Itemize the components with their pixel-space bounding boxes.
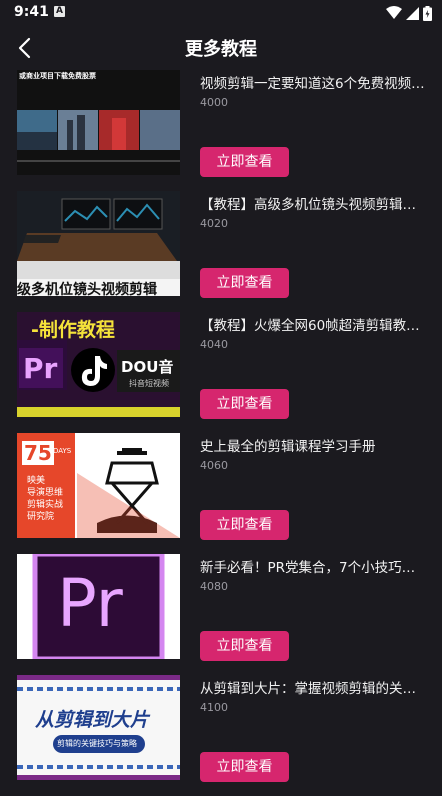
thumbnail-60fps-tutorial[interactable]: -制作教程 Pr DOU音 抖音短视频 bbox=[17, 312, 180, 417]
list-item[interactable]: 级多机位镜头视频剪辑 【教程】高级多机位镜头视频剪辑… 4020 立即查看 bbox=[0, 191, 442, 312]
thumbnail-caption: -制作教程 bbox=[31, 319, 115, 341]
thumbnail-editing-handbook[interactable]: 75 DAYS 映美 导演思维 剪辑实战 研究院 bbox=[17, 433, 180, 538]
thumbnail-editing-to-blockbuster[interactable]: 从剪辑到大片 剪辑的关键技巧与策略 bbox=[17, 675, 180, 780]
view-now-button[interactable]: 立即查看 bbox=[200, 631, 289, 661]
top-app-bar: 更多教程 bbox=[0, 26, 442, 68]
view-now-button[interactable]: 立即查看 bbox=[200, 147, 289, 177]
status-time: 9:41 bbox=[14, 4, 49, 20]
premiere-logo: Pr bbox=[57, 565, 123, 642]
view-now-button[interactable]: 立即查看 bbox=[200, 510, 289, 540]
thumbnail-caption: 或商业项目下载免费股票 bbox=[19, 72, 96, 80]
page-title: 更多教程 bbox=[185, 39, 257, 60]
caption-line: 导演思维 bbox=[27, 488, 64, 498]
view-now-button[interactable]: 立即查看 bbox=[200, 268, 289, 298]
douyin-logo: DOU音 bbox=[121, 358, 174, 376]
days-label: DAYS bbox=[53, 447, 72, 455]
battery-icon bbox=[423, 5, 432, 21]
item-title[interactable]: 【教程】高级多机位镜头视频剪辑… bbox=[200, 193, 425, 213]
thumbnail-subtitle: 剪辑的关键技巧与策略 bbox=[57, 739, 137, 748]
item-title[interactable]: 新手必看！PR党集合，7个小技巧… bbox=[200, 556, 425, 576]
caption-line: 映美 bbox=[27, 476, 46, 486]
signal-icon bbox=[406, 6, 419, 20]
thumbnail-caption: 级多机位镜头视频剪辑 bbox=[17, 282, 157, 296]
list-item[interactable]: 75 DAYS 映美 导演思维 剪辑实战 研究院 史上最全的剪辑课程学习手册 4… bbox=[0, 433, 442, 554]
item-view-count: 4100 bbox=[200, 701, 228, 714]
status-icons bbox=[386, 4, 432, 22]
item-view-count: 4000 bbox=[200, 96, 228, 109]
thumbnail-stock-footage[interactable]: 或商业项目下载免费股票 bbox=[17, 70, 180, 175]
thumbnail-heading: 从剪辑到大片 bbox=[35, 709, 150, 731]
tutorial-list: 或商业项目下载免费股票 视频剪辑一定要知道这6个免费视频… 4000 立即查看 … bbox=[0, 70, 442, 796]
list-item[interactable]: 从剪辑到大片 剪辑的关键技巧与策略 从剪辑到大片：掌握视频剪辑的关… 4100 … bbox=[0, 675, 442, 796]
thumbnail-multicam-editing[interactable]: 级多机位镜头视频剪辑 bbox=[17, 191, 180, 296]
view-now-button[interactable]: 立即查看 bbox=[200, 389, 289, 419]
item-title[interactable]: 【教程】火爆全网60帧超清剪辑教… bbox=[200, 314, 425, 334]
list-item[interactable]: -制作教程 Pr DOU音 抖音短视频 【教程】火爆全网60帧超清剪辑教… 40… bbox=[0, 312, 442, 433]
caption-line: 研究院 bbox=[27, 512, 55, 522]
thumbnail-premiere-tips[interactable]: Pr bbox=[17, 554, 180, 659]
item-view-count: 4060 bbox=[200, 459, 228, 472]
notification-icon: A bbox=[54, 6, 65, 17]
caption-line: 剪辑实战 bbox=[27, 500, 64, 510]
item-view-count: 4040 bbox=[200, 338, 228, 351]
item-title[interactable]: 从剪辑到大片：掌握视频剪辑的关… bbox=[200, 677, 425, 697]
douyin-subtitle: 抖音短视频 bbox=[129, 379, 169, 388]
view-now-button[interactable]: 立即查看 bbox=[200, 752, 289, 782]
thumbnail-caption: 映美 导演思维 剪辑实战 研究院 bbox=[27, 475, 63, 523]
list-item[interactable]: Pr 新手必看！PR党集合，7个小技巧… 4080 立即查看 bbox=[0, 554, 442, 675]
premiere-logo: Pr bbox=[23, 352, 58, 385]
days-number: 75 bbox=[22, 441, 54, 465]
wifi-icon bbox=[386, 6, 402, 19]
item-title[interactable]: 视频剪辑一定要知道这6个免费视频… bbox=[200, 72, 425, 92]
item-title[interactable]: 史上最全的剪辑课程学习手册 bbox=[200, 435, 425, 455]
item-view-count: 4020 bbox=[200, 217, 228, 230]
status-bar: 9:41 A bbox=[0, 0, 442, 26]
item-view-count: 4080 bbox=[200, 580, 228, 593]
tiktok-icon bbox=[81, 356, 107, 386]
list-item[interactable]: 或商业项目下载免费股票 视频剪辑一定要知道这6个免费视频… 4000 立即查看 bbox=[0, 70, 442, 191]
